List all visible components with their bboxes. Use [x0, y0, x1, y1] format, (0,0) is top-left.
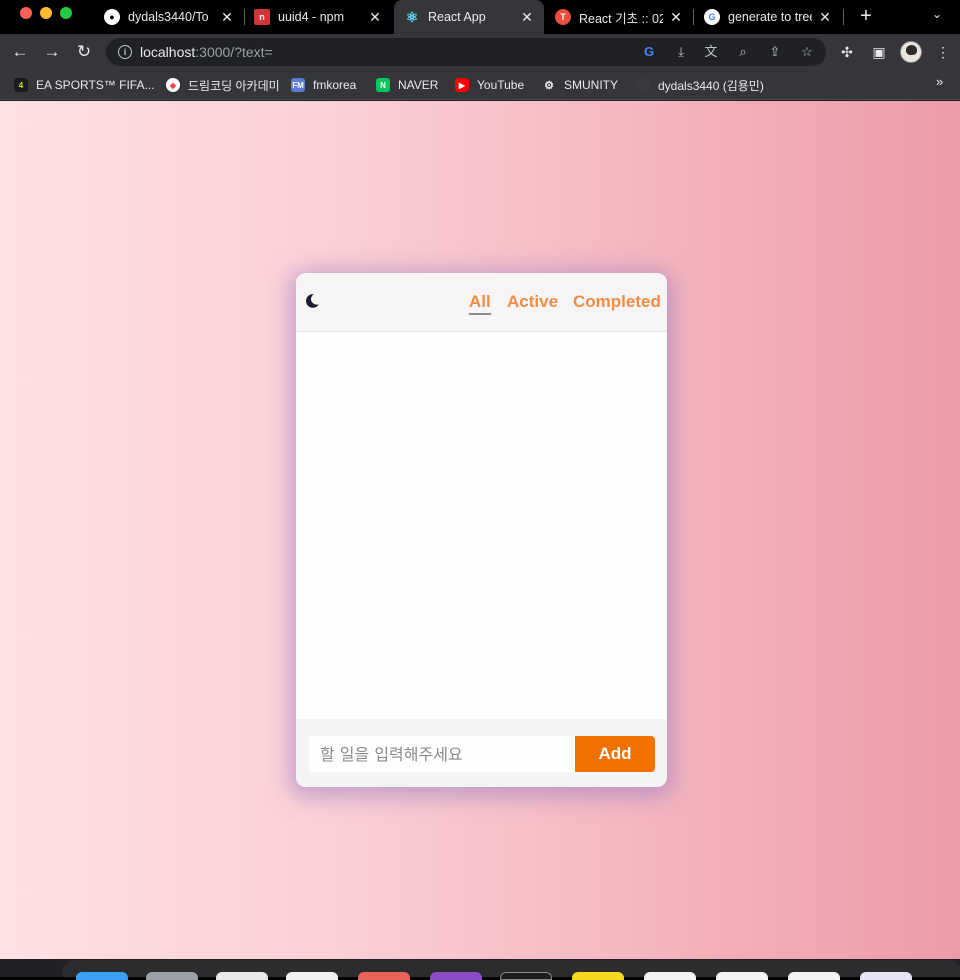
- dreamcoding-icon: ◆: [166, 78, 180, 92]
- tab-strip: ● dydals3440/To ✕ n uuid4 - npm ✕ ⚛ Reac…: [0, 0, 960, 34]
- safari-dock-icon[interactable]: [216, 972, 268, 980]
- bookmark-fmkorea[interactable]: FM fmkorea: [291, 76, 356, 94]
- todo-input[interactable]: [309, 736, 576, 772]
- launchpad-dock-icon[interactable]: [146, 972, 198, 980]
- back-icon[interactable]: ←: [8, 40, 32, 64]
- url-path: :3000/?text=: [195, 44, 273, 60]
- close-icon[interactable]: ✕: [220, 9, 234, 26]
- url-host: localhost: [140, 44, 196, 60]
- tab-title: dydals3440/To: [128, 10, 209, 24]
- github-icon: [636, 78, 650, 92]
- address-bar[interactable]: i localhost:3000/?text= G ⤓ 文 ⌕ ⇪ ☆: [106, 38, 826, 66]
- tab-github[interactable]: ● dydals3440/To ✕: [94, 0, 244, 34]
- page-viewport: All Active Completed Add: [0, 101, 960, 959]
- close-icon[interactable]: ✕: [368, 9, 382, 26]
- filter-all[interactable]: All: [469, 292, 491, 315]
- todo-app: All Active Completed Add: [296, 273, 667, 787]
- bookmark-youtube[interactable]: ▶ YouTube: [455, 76, 524, 94]
- share-icon[interactable]: ⇪: [766, 43, 784, 61]
- tab-title: React 기초 :: 02: [579, 11, 663, 26]
- close-window-button[interactable]: [20, 7, 32, 19]
- tab-npm[interactable]: n uuid4 - npm ✕: [244, 0, 392, 34]
- app-dock-icon[interactable]: [860, 972, 912, 980]
- site-info-icon[interactable]: i: [118, 45, 132, 59]
- forward-icon[interactable]: →: [40, 40, 64, 64]
- side-panel-icon[interactable]: ▣: [870, 43, 888, 61]
- app-dock-icon[interactable]: [430, 972, 482, 980]
- tab-tistory[interactable]: T React 기초 :: 02 ✕: [545, 0, 693, 34]
- minimize-window-button[interactable]: [40, 7, 52, 19]
- app-dock-icon[interactable]: [644, 972, 696, 980]
- notes-dock-icon[interactable]: [572, 972, 624, 980]
- naver-icon: N: [376, 78, 390, 92]
- bookmark-naver[interactable]: N NAVER: [376, 76, 438, 94]
- bookmark-label: SMUNITY: [564, 78, 618, 92]
- tab-title: React App: [428, 10, 486, 24]
- app-dock-icon[interactable]: [788, 972, 840, 980]
- google-lens-icon[interactable]: G: [640, 43, 658, 61]
- bookmarks-bar: 4 EA SPORTS™ FIFA... ◆ 드림코딩 아카데미 FM fmko…: [0, 70, 960, 100]
- app-dock-icon[interactable]: [716, 972, 768, 980]
- new-tab-button[interactable]: +: [856, 5, 876, 28]
- tab-google[interactable]: G generate to tree ✕: [694, 0, 842, 34]
- app-dock-icon[interactable]: [358, 972, 410, 980]
- bookmark-label: fmkorea: [313, 78, 357, 92]
- tab-divider: [843, 9, 844, 25]
- add-todo-form: Add: [296, 719, 667, 787]
- profile-avatar[interactable]: [900, 41, 922, 63]
- todo-header: All Active Completed: [296, 273, 667, 332]
- bookmark-label: dydals3440 (김용민): [658, 78, 764, 93]
- filter-active[interactable]: Active: [507, 292, 558, 312]
- finder-dock-icon[interactable]: [76, 972, 128, 980]
- close-icon[interactable]: ✕: [818, 9, 832, 26]
- tab-title: generate to tree: [728, 10, 812, 24]
- github-icon: ●: [104, 9, 120, 25]
- translate-icon[interactable]: 文: [702, 43, 720, 61]
- bookmark-label: NAVER: [398, 78, 439, 92]
- browser-toolbar: ← → ↻ i localhost:3000/?text= G ⤓ 文 ⌕ ⇪ …: [0, 34, 960, 70]
- bookmark-label: 드림코딩 아카데미: [188, 78, 280, 93]
- youtube-icon: ▶: [455, 78, 469, 92]
- npm-icon: n: [254, 9, 270, 25]
- bookmark-smunity[interactable]: ⚙ SMUNITY: [542, 76, 618, 94]
- tab-react-app[interactable]: ⚛ React App ✕: [394, 0, 544, 34]
- chrome-dock-icon[interactable]: [286, 972, 338, 980]
- bookmark-label: YouTube: [477, 78, 525, 92]
- smunity-icon: ⚙: [544, 79, 554, 92]
- menu-icon[interactable]: ⋮: [934, 43, 952, 61]
- bookmark-star-icon[interactable]: ☆: [798, 43, 816, 61]
- moon-icon[interactable]: [304, 293, 320, 309]
- close-icon[interactable]: ✕: [520, 9, 534, 26]
- url-text[interactable]: localhost:3000/?text=: [140, 44, 273, 60]
- tab-search-icon[interactable]: ⌄: [932, 7, 942, 21]
- close-icon[interactable]: ✕: [669, 9, 683, 26]
- fullscreen-window-button[interactable]: [60, 7, 72, 19]
- reload-icon[interactable]: ↻: [72, 40, 96, 64]
- bookmark-fifa[interactable]: 4 EA SPORTS™ FIFA...: [14, 76, 154, 94]
- browser-window: ● dydals3440/To ✕ n uuid4 - npm ✕ ⚛ Reac…: [0, 0, 960, 980]
- bookmark-label: EA SPORTS™ FIFA...: [36, 78, 155, 92]
- zoom-icon[interactable]: ⌕: [734, 43, 752, 61]
- react-icon: ⚛: [405, 8, 419, 25]
- google-icon: G: [704, 9, 720, 25]
- todo-list: [296, 332, 667, 719]
- tab-title: uuid4 - npm: [278, 10, 345, 24]
- bookmark-github-profile[interactable]: dydals3440 (김용민): [636, 76, 764, 94]
- fifa-icon: 4: [14, 78, 28, 92]
- add-button[interactable]: Add: [575, 736, 655, 772]
- bookmark-dreamcoding[interactable]: ◆ 드림코딩 아카데미: [166, 76, 280, 94]
- install-app-icon[interactable]: ⤓: [672, 43, 690, 61]
- fmkorea-icon: FM: [291, 78, 305, 92]
- tistory-icon: T: [555, 9, 571, 25]
- terminal-dock-icon[interactable]: [500, 972, 552, 980]
- extensions-icon[interactable]: ✣: [838, 43, 856, 61]
- bookmarks-overflow-button[interactable]: »: [936, 74, 943, 89]
- filter-completed[interactable]: Completed: [573, 292, 661, 312]
